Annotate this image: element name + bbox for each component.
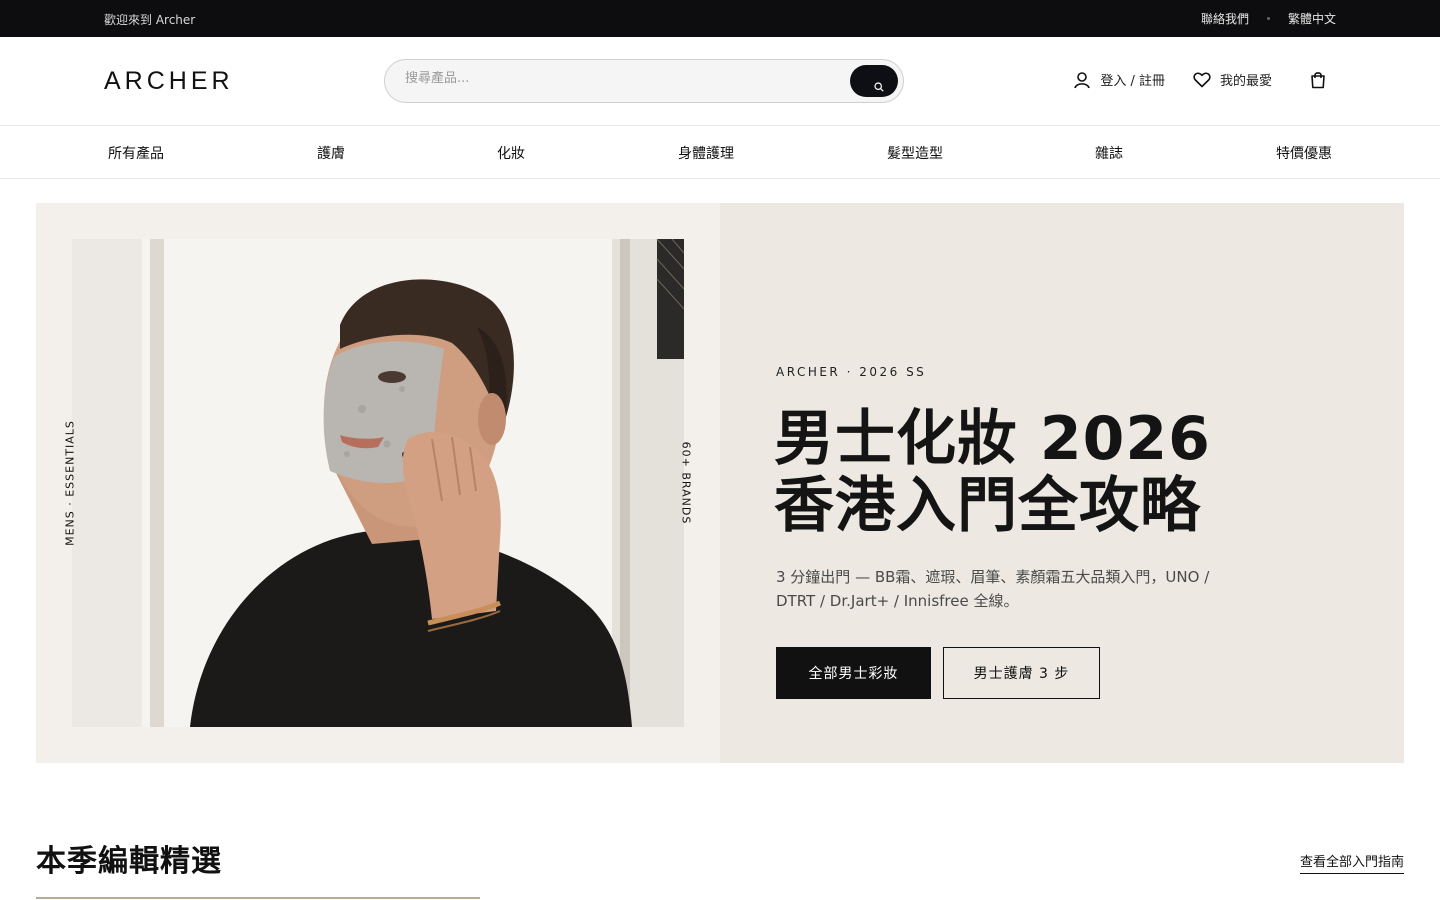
nav-item-all-products[interactable]: 所有產品 xyxy=(108,143,164,163)
main-nav: 所有產品 護膚 化妝 身體護理 髮型造型 雜誌 特價優惠 xyxy=(0,126,1440,179)
search-icon xyxy=(874,82,884,92)
nav-item-magazine[interactable]: 雜誌 xyxy=(1095,143,1123,163)
login-button[interactable]: 登入 / 註冊 xyxy=(1073,70,1165,89)
section-title: 本季編輯精選 xyxy=(36,844,222,879)
search-button[interactable] xyxy=(850,65,898,97)
header-actions: 登入 / 註冊 我的最愛 xyxy=(1073,70,1326,89)
login-label: 登入 / 註冊 xyxy=(1100,74,1165,89)
contact-link[interactable]: 聯絡我們 xyxy=(1201,10,1249,27)
hero-description: 3 分鐘出門 — BB霜、遮瑕、眉筆、素顏霜五大品類入門，UNO / DTRT … xyxy=(776,568,1210,610)
nav-item-body-care[interactable]: 身體護理 xyxy=(678,143,734,163)
language-selector[interactable]: 繁體中文 xyxy=(1288,10,1336,27)
hero-headline-line1: 男士化妝 2026 xyxy=(774,404,1211,474)
section-divider xyxy=(36,897,480,899)
side-label-left: MENS · ESSENTIALS xyxy=(63,420,77,546)
hero-banner: MENS · ESSENTIALS 60+ BRANDS ARCHER · 20… xyxy=(36,203,1404,763)
separator-dot xyxy=(1266,17,1270,20)
search-bar xyxy=(384,59,904,103)
side-label-right: 60+ BRANDS xyxy=(679,441,693,525)
top-bar-links: 聯絡我們 繁體中文 xyxy=(1201,10,1336,27)
welcome-text: 歡迎來到 Archer xyxy=(104,13,196,27)
top-bar: 歡迎來到 Archer 聯絡我們 繁體中文 xyxy=(0,0,1440,37)
see-all-guides-link[interactable]: 查看全部入門指南 xyxy=(1299,851,1404,874)
shopping-bag-icon xyxy=(1311,71,1325,88)
nav-item-skincare[interactable]: 護膚 xyxy=(317,143,345,163)
user-icon xyxy=(1074,71,1091,88)
man-applying-face-mask-illustration xyxy=(72,239,684,727)
hero-image-panel: MENS · ESSENTIALS 60+ BRANDS xyxy=(36,203,720,763)
cart-button[interactable] xyxy=(1310,71,1326,89)
shop-mens-makeup-button[interactable]: 全部男士彩妝 xyxy=(776,647,931,699)
hero-eyebrow: ARCHER · 2026 SS xyxy=(776,365,927,379)
mens-skincare-steps-button[interactable]: 男士護膚 3 步 xyxy=(943,647,1100,699)
hero-photo xyxy=(72,239,684,727)
nav-item-hair-styling[interactable]: 髮型造型 xyxy=(887,143,943,163)
nav-item-sale[interactable]: 特價優惠 xyxy=(1276,143,1332,163)
nav-item-makeup[interactable]: 化妝 xyxy=(497,143,525,163)
wishlist-label: 我的最愛 xyxy=(1219,74,1272,89)
site-header: ARCHER 登入 / 註冊 我的最愛 xyxy=(0,37,1440,126)
heart-icon xyxy=(1193,72,1211,88)
logo[interactable]: ARCHER xyxy=(104,67,234,96)
search-input[interactable] xyxy=(405,71,825,86)
hero-headline-line2: 香港入門全攻略 xyxy=(774,471,1201,541)
hero-headline: 男士化妝 2026 香港入門全攻略 xyxy=(774,406,1211,540)
wishlist-button[interactable]: 我的最愛 xyxy=(1193,70,1272,89)
